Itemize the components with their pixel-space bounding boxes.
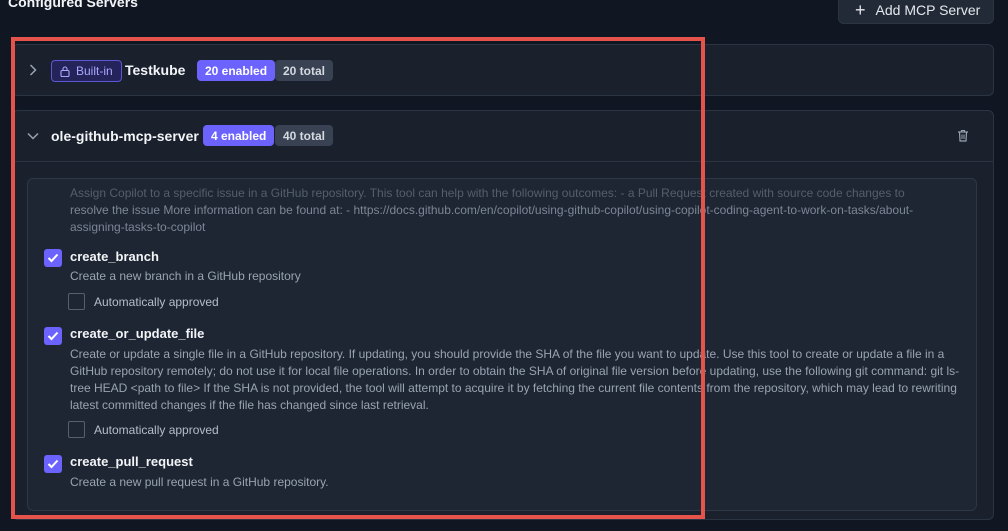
total-count-badge: 40 total	[275, 125, 334, 146]
tool-name: create_pull_request	[70, 454, 193, 469]
server-card-github: ole-github-mcp-server 4 enabled 40 total…	[12, 110, 994, 520]
builtin-badge: Built-in	[51, 60, 122, 82]
server-header-testkube[interactable]: Built-in Testkube 20 enabled 20 total	[13, 45, 993, 95]
chevron-down-icon[interactable]	[27, 130, 39, 142]
tool-enabled-checkbox[interactable]	[44, 327, 62, 345]
previous-tool-description: Assign Copilot to a specific issue in a …	[70, 186, 914, 234]
page-header: Configured Servers + Add MCP Server	[0, 0, 1008, 30]
builtin-label: Built-in	[76, 64, 113, 78]
page-title: Configured Servers	[8, 0, 138, 10]
add-mcp-server-button[interactable]: + Add MCP Server	[838, 0, 994, 24]
lock-icon	[60, 65, 70, 77]
auto-approve-label: Automatically approved	[94, 295, 219, 309]
tool-enabled-checkbox[interactable]	[44, 249, 62, 267]
server-card-testkube: Built-in Testkube 20 enabled 20 total	[12, 44, 994, 96]
add-mcp-server-label: Add MCP Server	[875, 2, 981, 18]
server-header-github[interactable]: ole-github-mcp-server 4 enabled 40 total	[13, 111, 993, 161]
tool-description: Create a new branch in a GitHub reposito…	[70, 269, 301, 283]
plus-icon: +	[855, 0, 866, 20]
tool-name: create_branch	[70, 249, 159, 264]
auto-approve-label: Automatically approved	[94, 423, 219, 437]
checkmark-icon	[47, 331, 59, 341]
total-count-badge: 20 total	[275, 60, 334, 81]
card-divider	[13, 161, 993, 162]
checkmark-icon	[47, 459, 59, 469]
tool-name: create_or_update_file	[70, 326, 205, 341]
tools-list[interactable]: Assign Copilot to a specific issue in a …	[27, 178, 977, 511]
server-name-github: ole-github-mcp-server	[51, 128, 199, 144]
tool-description: Create a new pull request in a GitHub re…	[70, 475, 329, 489]
server-name-testkube: Testkube	[125, 62, 186, 78]
enabled-count-badge: 20 enabled	[197, 60, 276, 81]
auto-approve-checkbox[interactable]	[68, 293, 85, 310]
tool-description: Create or update a single file in a GitH…	[70, 347, 960, 412]
tool-enabled-checkbox[interactable]	[44, 455, 62, 473]
auto-approve-checkbox[interactable]	[68, 421, 85, 438]
trash-icon[interactable]	[957, 129, 971, 143]
chevron-right-icon[interactable]	[27, 64, 39, 76]
enabled-count-badge: 4 enabled	[203, 125, 275, 146]
checkmark-icon	[47, 253, 59, 263]
